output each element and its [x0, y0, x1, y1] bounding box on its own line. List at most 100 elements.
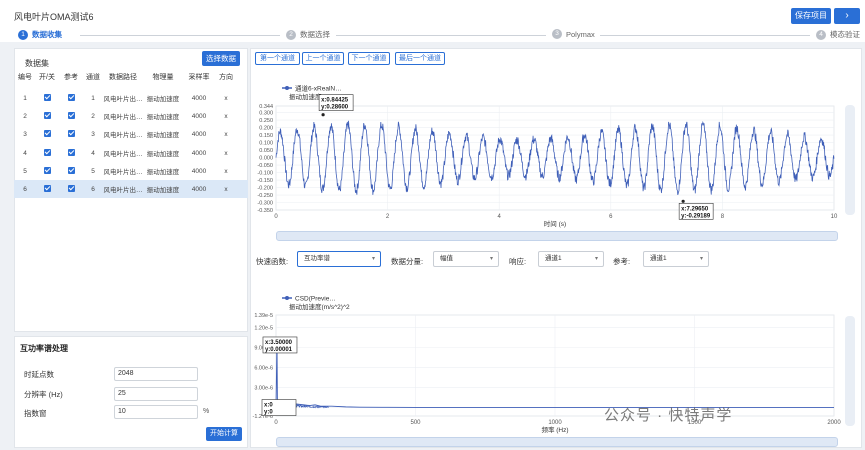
onoff-checkbox[interactable] [43, 93, 51, 101]
reference-checkbox[interactable] [67, 184, 75, 192]
row-id: 3 [23, 130, 27, 138]
csd-spectrum-chart[interactable]: CSD(Previe…振动加速度(m/s^2)^21.39e-51.20e-59… [250, 288, 860, 438]
save-project-button[interactable]: 保存项目 [791, 8, 831, 24]
col-header: 采样率 [188, 74, 210, 81]
row-id: 2 [23, 112, 27, 120]
reference-checkbox[interactable] [67, 93, 75, 101]
step-label: 数据收集 [32, 30, 62, 39]
dataset-table-header: 编号 开/关 参考 通道 数据路径 物理量 采样率 方向 [14, 72, 248, 86]
onoff-checkbox[interactable] [43, 129, 51, 137]
row-path: 风电叶片出… [103, 132, 143, 139]
quick-function-select[interactable]: 互功率谱 ▾ [297, 251, 381, 267]
select-data-button[interactable]: 选择数据 [202, 51, 240, 66]
x-tick-label: 1000 [548, 420, 562, 426]
csd-chart-vertical-scrollbar[interactable] [845, 316, 855, 426]
reference-checkbox[interactable] [67, 166, 75, 174]
row-direction: x [224, 112, 228, 120]
marker-1-y: y:0.28600 [321, 105, 349, 111]
response-select[interactable]: 通道1 ▾ [538, 251, 604, 267]
reference-select[interactable]: 通道1 ▾ [643, 251, 709, 267]
y-tick-label: -0.250 [257, 193, 273, 199]
time-domain-chart[interactable]: 通道6-xRealN…振动加速度(m/s^2)0.3440.3000.2500.… [250, 78, 860, 229]
csd-chart-zoom-scrollbar[interactable] [276, 437, 838, 447]
col-header: 编号 [18, 74, 32, 81]
start-calculation-button[interactable]: 开始计算 [206, 427, 242, 441]
table-row[interactable]: 3 3 风电叶片出… 振动加速度 4000 x [14, 125, 248, 143]
step-data-collection[interactable]: 1 数据收集 [18, 29, 62, 40]
time-chart-zoom-scrollbar[interactable] [276, 231, 838, 241]
row-direction: x [224, 130, 228, 138]
step-polymax[interactable]: 3 Polymax [552, 29, 595, 39]
onoff-checkbox[interactable] [43, 111, 51, 119]
y-tick-label: -0.050 [257, 163, 273, 169]
row-id: 1 [23, 94, 27, 102]
onoff-checkbox[interactable] [43, 166, 51, 174]
reference-checkbox[interactable] [67, 148, 75, 156]
delay-points-label: 时延点数 [24, 370, 54, 379]
y-tick-label: 0.200 [259, 126, 273, 132]
last-channel-button[interactable]: 最后一个通道 [395, 52, 445, 65]
step-label: 模态验证 [830, 30, 860, 39]
time-chart-vertical-scrollbar[interactable] [845, 105, 855, 215]
response-label: 响应: [509, 257, 527, 266]
step-number: 1 [18, 29, 28, 40]
y-axis-label: 振动加速度(m/s^2)^2 [289, 302, 350, 311]
y-tick-label: 0.150 [259, 133, 273, 139]
marker-2-x: x:7.29650 [681, 206, 709, 212]
exp-window-input[interactable]: 10 [114, 405, 198, 419]
data-component-select[interactable]: 幅值 ▾ [433, 251, 499, 267]
y-tick-label: -0.350 [257, 208, 273, 214]
x-tick-label: 8 [721, 214, 725, 220]
onoff-checkbox[interactable] [43, 184, 51, 192]
y-tick-label: 6.00e-6 [254, 366, 273, 372]
row-path: 风电叶片出… [103, 169, 143, 176]
step-label: 数据选择 [300, 30, 330, 39]
col-header: 通道 [86, 74, 100, 81]
row-path: 风电叶片出… [103, 151, 143, 158]
row-quantity: 振动加速度 [146, 187, 180, 194]
table-row[interactable]: 5 5 风电叶片出… 振动加速度 4000 x [14, 162, 248, 180]
x-tick-label: 0 [274, 214, 278, 220]
row-path: 风电叶片出… [103, 114, 143, 121]
y-tick-label: -0.150 [257, 178, 273, 184]
y-tick-label: 3.00e-6 [254, 386, 273, 392]
step-modal-validation[interactable]: 4 模态验证 [816, 29, 860, 40]
step-label: Polymax [566, 29, 595, 39]
row-rate: 4000 [191, 149, 207, 157]
delay-points-input[interactable]: 2048 [114, 367, 198, 381]
onoff-checkbox[interactable] [43, 148, 51, 156]
x-tick-label: 6 [609, 214, 613, 220]
select-value: 幅值 [440, 255, 453, 262]
psd-title: 互功率谱处理 [20, 344, 68, 353]
table-row[interactable]: 4 4 风电叶片出… 振动加速度 4000 x [14, 144, 248, 162]
table-row-selected[interactable]: 6 6 风电叶片出… 振动加速度 4000 x [14, 180, 248, 198]
chevron-down-icon: ▾ [489, 256, 493, 262]
row-channel: 1 [91, 94, 95, 102]
x-tick-label: 2000 [827, 420, 841, 426]
reference-label: 参考: [613, 257, 631, 266]
app-title: 风电叶片OMA测试6 [14, 12, 94, 22]
marker-2-point [681, 199, 685, 203]
resolution-input[interactable]: 25 [114, 387, 198, 401]
y-tick-label: 1.20e-5 [254, 326, 273, 332]
prev-channel-button[interactable]: 上一个通道 [302, 52, 344, 65]
row-channel: 3 [91, 130, 95, 138]
top-bar: 风电叶片OMA测试6 保存项目 › [0, 0, 865, 30]
row-path: 风电叶片出… [103, 187, 143, 194]
table-row[interactable]: 2 2 风电叶片出… 振动加速度 4000 x [14, 107, 248, 125]
next-channel-button[interactable]: 下一个通道 [348, 52, 390, 65]
y-tick-label: 0.000 [259, 156, 273, 162]
col-header: 方向 [219, 74, 233, 81]
first-channel-button[interactable]: 第一个通道 [255, 52, 300, 65]
row-direction: x [224, 149, 228, 157]
x-tick-label: 0 [274, 420, 278, 426]
reference-checkbox[interactable] [67, 111, 75, 119]
y-tick-label: -0.300 [257, 201, 273, 207]
legend-label: 通道6-xRealN… [295, 84, 342, 93]
next-step-button[interactable]: › [834, 8, 860, 24]
col-header: 开/关 [39, 74, 55, 81]
reference-checkbox[interactable] [67, 129, 75, 137]
table-row[interactable]: 1 1 风电叶片出… 振动加速度 4000 x [14, 89, 248, 107]
x-tick-label: 500 [410, 420, 421, 426]
step-data-selection[interactable]: 2 数据选择 [286, 29, 330, 40]
